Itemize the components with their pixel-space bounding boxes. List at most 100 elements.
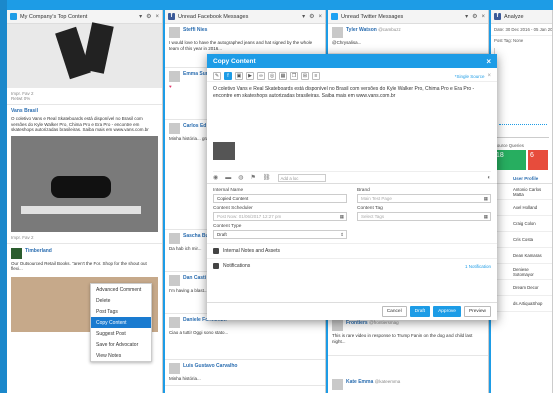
analyze-chart: [494, 48, 549, 138]
content-form: Internal Name Copied Content Brand Main …: [207, 184, 497, 243]
close-icon[interactable]: ×: [487, 73, 491, 79]
post[interactable]: Vans Brasil O coletivo Vans e Real Skate…: [7, 105, 162, 136]
scheduler-field[interactable]: Post Now: 01/06/2017 12:27 pm ▦: [213, 212, 347, 221]
media-attachments: [213, 142, 491, 172]
menu-save-for-advocator[interactable]: Save for Advocator: [91, 339, 151, 350]
content-text-area[interactable]: O coletivo Vans e Real Skateboards está …: [213, 86, 491, 136]
table-row[interactable]: Dream Decor: [491, 280, 552, 296]
link-icon[interactable]: ⛓: [263, 174, 271, 181]
avatar: [169, 123, 180, 134]
avatar: [332, 27, 343, 38]
attachment-bar: ◉ ▬ ◍ ⚑ ⛓ Add a loc ◐: [207, 172, 497, 184]
gear-icon[interactable]: ⚙: [309, 13, 314, 20]
calendar-icon[interactable]: ▦: [279, 72, 287, 80]
copy-icon[interactable]: ❐: [290, 72, 298, 80]
menu-delete[interactable]: Delete: [91, 295, 151, 306]
table-row[interactable]: Axel Holland: [491, 200, 552, 216]
stream-header[interactable]: Unread Twitter Messages ▾ ⚙ ×: [328, 10, 488, 24]
close-icon[interactable]: ×: [155, 14, 159, 20]
left-rail: [0, 0, 7, 393]
post-text: Our Outsourced Retail Books. "aren't the…: [11, 260, 147, 272]
content-type-select[interactable]: Draft ⇕: [213, 230, 347, 239]
gear-icon[interactable]: ⚙: [472, 13, 477, 20]
stream-header[interactable]: My Company's Top Content ▾ ⚙ ×: [7, 10, 162, 24]
video-icon[interactable]: ▬: [225, 175, 231, 181]
menu-suggest-post[interactable]: Suggest Post: [91, 328, 151, 339]
message[interactable]: Luis Gustavo Carvalho Minha história...: [165, 360, 325, 386]
internal-name-field[interactable]: Copied Content: [213, 194, 347, 203]
single-source-toggle[interactable]: *Single Source: [455, 74, 485, 79]
media-thumbnail[interactable]: [213, 142, 235, 160]
cancel-button[interactable]: Cancel: [381, 306, 407, 317]
metric-tile: 6: [528, 150, 548, 170]
avatar: [169, 363, 180, 374]
preview-button[interactable]: Preview: [463, 306, 491, 317]
metric-label: Source Queries: [494, 143, 524, 148]
grid-icon[interactable]: ⊞: [301, 72, 309, 80]
message[interactable]: Daniele Formentin Ciao a tutti! Oggi son…: [165, 314, 325, 360]
avatar: [11, 247, 22, 259]
camera-icon[interactable]: ◉: [213, 174, 218, 181]
video-icon[interactable]: ▶: [246, 72, 254, 80]
avatar: [169, 275, 180, 286]
stream-title: Analyze: [504, 13, 524, 20]
dropdown-icon[interactable]: ▾: [465, 13, 468, 20]
menu-copy-content[interactable]: Copy Content: [91, 317, 151, 328]
post-author[interactable]: Timberland: [11, 248, 158, 254]
tweet[interactable]: Kate Emma @kateemma: [328, 376, 488, 393]
location-input[interactable]: Add a loc: [277, 173, 326, 182]
menu-view-notes[interactable]: View Notes: [91, 350, 151, 361]
menu-post-tags[interactable]: Post Tags: [91, 306, 151, 317]
stream-title: My Company's Top Content: [20, 13, 88, 20]
avatar: [169, 233, 180, 244]
close-icon[interactable]: ×: [486, 57, 491, 66]
post-options-menu[interactable]: Advanced Comment Delete Post Tags Copy C…: [90, 283, 152, 362]
notifications-section[interactable]: Notifications 1 Notification: [207, 258, 497, 273]
avatar: [332, 379, 343, 390]
approve-button[interactable]: Approve: [433, 306, 461, 317]
date-range[interactable]: Date: 30 Dec 2016 - 05 Jan 2017: [491, 24, 552, 36]
post-tag-filter[interactable]: Post Tag: None: [491, 36, 552, 45]
menu-advanced-comment[interactable]: Advanced Comment: [91, 284, 151, 295]
avatar: [332, 320, 343, 331]
post-image[interactable]: [7, 22, 162, 88]
dialog-header: Copy Content ×: [207, 54, 497, 68]
draft-button[interactable]: Draft: [409, 306, 431, 317]
post-image-skate[interactable]: [11, 135, 158, 232]
facebook-icon: f: [494, 13, 501, 20]
edit-icon[interactable]: ✎: [213, 72, 221, 80]
internal-notes-section[interactable]: Internal Notes and Assets: [207, 243, 497, 258]
facebook-icon[interactable]: f: [224, 72, 232, 80]
tweet[interactable]: Frontiers @frontiersmag This is rare vid…: [328, 316, 488, 356]
photo-icon[interactable]: ▣: [235, 72, 243, 80]
dropdown-icon[interactable]: ▾: [139, 13, 142, 20]
close-icon[interactable]: ×: [481, 14, 485, 20]
close-icon[interactable]: ×: [318, 14, 322, 20]
editor-toolbar: ✎ f ▣ ▶ ∞ ◎ ▦ ❐ ⊞ ≡ *Single Source ×: [207, 71, 497, 82]
table-row[interactable]: Craig Colon: [491, 216, 552, 232]
post-stats: Impr. Fav 2: [7, 232, 162, 244]
post[interactable]: Timberland Our Outsourced Retail Books. …: [7, 244, 162, 275]
gear-icon[interactable]: ⚙: [146, 13, 151, 20]
post-text: O coletivo Vans e Real Skateboards está …: [11, 116, 149, 132]
link-icon[interactable]: ∞: [257, 72, 265, 80]
table-row[interactable]: Cris Costa: [491, 232, 552, 248]
flag-icon[interactable]: ⚑: [251, 174, 256, 181]
table-row[interactable]: Antonio Carlos Matta: [491, 184, 552, 200]
brand-select[interactable]: Main Test Page ▦: [357, 194, 491, 203]
globe-icon[interactable]: ◐: [487, 175, 491, 181]
tweet[interactable]: Tyler Watson @cambuzz @Chrysalisa...: [328, 24, 488, 54]
copy-content-dialog: Copy Content × ✎ f ▣ ▶ ∞ ◎ ▦ ❐ ⊞ ≡ *Sing…: [207, 54, 497, 320]
avatar: [169, 71, 180, 82]
table-row[interactable]: Dean Kamaras: [491, 248, 552, 264]
table-row[interactable]: ds.ArtiquaShop: [491, 296, 552, 312]
avatar: [169, 27, 180, 38]
dropdown-icon[interactable]: ▾: [302, 13, 305, 20]
table-row[interactable]: Deniese Sotomayor: [491, 264, 552, 280]
list-icon[interactable]: ≡: [312, 72, 320, 80]
tag-select[interactable]: Select Tags ▦: [357, 212, 491, 221]
instagram-icon[interactable]: ◎: [268, 72, 276, 80]
stream-header[interactable]: f Unread Facebook Messages ▾ ⚙ ×: [165, 10, 325, 24]
stream-header[interactable]: f Analyze: [491, 10, 552, 24]
target-icon[interactable]: ◍: [238, 174, 243, 181]
